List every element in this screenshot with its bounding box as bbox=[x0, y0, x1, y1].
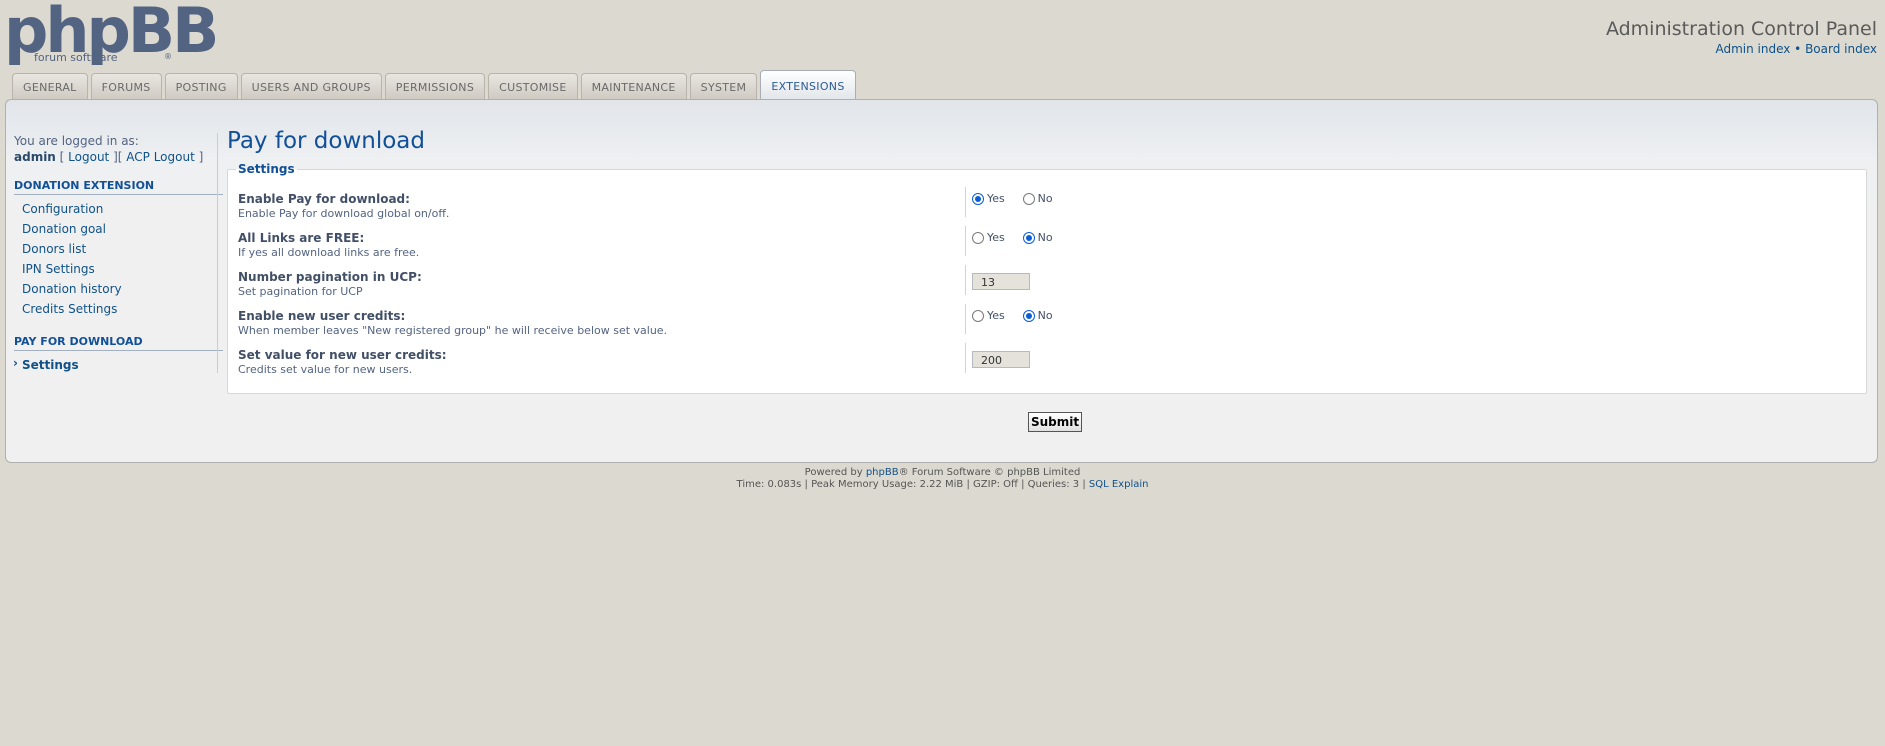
new-user-credits-yes-radio[interactable]: Yes bbox=[972, 309, 1005, 322]
radio-empty-icon[interactable] bbox=[1022, 192, 1035, 205]
setting-explain: If yes all download links are free. bbox=[238, 246, 420, 259]
login-info: You are logged in as: admin [ Logout ][ … bbox=[14, 134, 204, 164]
setting-row-new-user-credits: Enable new user credits: When member lea… bbox=[238, 303, 1856, 342]
new-user-credits-no-radio[interactable]: No bbox=[1022, 309, 1053, 322]
setting-row-all-links-free: All Links are FREE: If yes all download … bbox=[238, 225, 1856, 264]
sidebar-item-donation-goal[interactable]: Donation goal bbox=[14, 219, 223, 239]
sidebar-item-credits-settings[interactable]: Credits Settings bbox=[14, 299, 223, 319]
tab-customise[interactable]: CUSTOMISE bbox=[488, 73, 578, 99]
all-links-free-yes-radio[interactable]: Yes bbox=[972, 231, 1005, 244]
radio-label: Yes bbox=[987, 309, 1005, 322]
debug-stats-line: Time: 0.083s | Peak Memory Usage: 2.22 M… bbox=[0, 479, 1885, 491]
powered-by-suffix: ® Forum Software © phpBB Limited bbox=[898, 467, 1081, 478]
radio-empty-icon[interactable] bbox=[972, 309, 984, 322]
tab-permissions[interactable]: PERMISSIONS bbox=[384, 73, 486, 99]
settings-fieldset: Settings Enable Pay for download: Enable… bbox=[227, 162, 1867, 394]
sidebar-item-donors-list[interactable]: Donors list bbox=[14, 239, 223, 259]
tab-general[interactable]: GENERAL bbox=[12, 73, 88, 99]
sidebar-menu-donation: Configuration Donation goal Donors list … bbox=[14, 199, 223, 319]
phpbb-logo[interactable]: phpBB forum software ® bbox=[4, 0, 219, 66]
sidebar-menu-pay-for-download: Settings bbox=[13, 355, 223, 375]
logo-registered-mark: ® bbox=[164, 52, 172, 61]
new-user-credits-input[interactable]: 200 bbox=[972, 351, 1030, 368]
setting-explain: Set pagination for UCP bbox=[238, 285, 363, 298]
radio-label: No bbox=[1037, 309, 1053, 322]
sidebar-item-label[interactable]: Configuration bbox=[22, 202, 103, 216]
login-prefix: You are logged in as: bbox=[14, 134, 139, 148]
main-tabs: GENERAL FORUMS POSTING USERS AND GROUPS … bbox=[12, 70, 856, 99]
setting-row-enable-pay: Enable Pay for download: Enable Pay for … bbox=[238, 186, 1856, 225]
sidebar: You are logged in as: admin [ Logout ][ … bbox=[13, 133, 223, 375]
tab-posting[interactable]: POSTING bbox=[164, 73, 238, 99]
ucp-pagination-input[interactable]: 13 bbox=[972, 273, 1030, 290]
tab-users-and-groups[interactable]: USERS AND GROUPS bbox=[240, 73, 382, 99]
sidebar-item-label[interactable]: Settings bbox=[22, 358, 79, 372]
sidebar-item-donation-history[interactable]: Donation history bbox=[14, 279, 223, 299]
settings-legend: Settings bbox=[238, 162, 295, 176]
sidebar-item-label[interactable]: IPN Settings bbox=[22, 262, 95, 276]
setting-label: Enable Pay for download: bbox=[238, 192, 410, 206]
powered-by-line: Powered by phpBB® Forum Software © phpBB… bbox=[0, 467, 1885, 479]
board-index-link[interactable]: Board index bbox=[1805, 42, 1877, 56]
sidebar-section-pay-for-download: PAY FOR DOWNLOAD bbox=[14, 335, 223, 351]
enable-pay-no-radio[interactable]: No bbox=[1022, 192, 1053, 205]
radio-selected-icon[interactable] bbox=[1022, 231, 1035, 244]
username: admin bbox=[14, 150, 56, 164]
setting-label: Enable new user credits: bbox=[238, 309, 406, 323]
sidebar-item-label[interactable]: Donation history bbox=[22, 282, 122, 296]
setting-label: All Links are FREE: bbox=[238, 231, 365, 245]
sidebar-item-configuration[interactable]: Configuration bbox=[14, 199, 223, 219]
page-title: Pay for download bbox=[227, 128, 426, 154]
header-link-separator: • bbox=[1794, 42, 1802, 56]
sidebar-item-label[interactable]: Credits Settings bbox=[22, 302, 117, 316]
sidebar-item-label[interactable]: Donation goal bbox=[22, 222, 106, 236]
admin-index-link[interactable]: Admin index bbox=[1715, 42, 1790, 56]
acp-title: Administration Control Panel bbox=[1605, 18, 1877, 40]
tab-maintenance[interactable]: MAINTENANCE bbox=[580, 73, 687, 99]
header-links: Admin index • Board index bbox=[1606, 42, 1877, 56]
setting-explain: Credits set value for new users. bbox=[238, 363, 413, 376]
acp-header: Administration Control Panel Admin index… bbox=[1606, 18, 1877, 56]
radio-selected-icon[interactable] bbox=[1022, 309, 1035, 322]
logo-subtitle: forum software bbox=[34, 51, 118, 64]
radio-empty-icon[interactable] bbox=[972, 231, 984, 244]
sidebar-divider bbox=[217, 133, 218, 373]
sidebar-section-donation-extension: DONATION EXTENSION bbox=[14, 179, 223, 195]
submit-area: Submit bbox=[1028, 412, 1083, 432]
radio-label: Yes bbox=[987, 231, 1005, 244]
main-content: Pay for download Settings Enable Pay for… bbox=[227, 128, 1867, 432]
footer: Powered by phpBB® Forum Software © phpBB… bbox=[0, 467, 1885, 491]
radio-label: Yes bbox=[987, 192, 1005, 205]
acp-logout-link[interactable]: ACP Logout bbox=[126, 150, 195, 164]
sidebar-item-ipn-settings[interactable]: IPN Settings bbox=[14, 259, 223, 279]
setting-label: Set value for new user credits: bbox=[238, 348, 447, 362]
setting-explain: When member leaves "New registered group… bbox=[238, 324, 668, 337]
submit-button[interactable]: Submit bbox=[1028, 412, 1083, 432]
setting-row-ucp-pagination: Number pagination in UCP: Set pagination… bbox=[238, 264, 1856, 303]
powered-by-prefix: Powered by bbox=[804, 467, 863, 478]
content-panel: You are logged in as: admin [ Logout ][ … bbox=[5, 99, 1878, 463]
setting-row-new-user-credit-value: Set value for new user credits: Credits … bbox=[238, 342, 1856, 381]
setting-explain: Enable Pay for download global on/off. bbox=[238, 207, 450, 220]
logout-link[interactable]: Logout bbox=[68, 150, 109, 164]
tab-forums[interactable]: FORUMS bbox=[90, 73, 162, 99]
all-links-free-no-radio[interactable]: No bbox=[1022, 231, 1053, 244]
radio-label: No bbox=[1037, 231, 1053, 244]
setting-label: Number pagination in UCP: bbox=[238, 270, 422, 284]
debug-stats: Time: 0.083s | Peak Memory Usage: 2.22 M… bbox=[736, 479, 1086, 490]
tab-system[interactable]: SYSTEM bbox=[689, 73, 758, 99]
radio-label: No bbox=[1037, 192, 1053, 205]
enable-pay-yes-radio[interactable]: Yes bbox=[972, 192, 1005, 205]
tab-extensions[interactable]: EXTENSIONS bbox=[760, 70, 856, 99]
radio-selected-icon[interactable] bbox=[972, 192, 984, 205]
sidebar-item-label[interactable]: Donors list bbox=[22, 242, 86, 256]
sidebar-item-settings[interactable]: Settings bbox=[13, 355, 223, 375]
phpbb-link[interactable]: phpBB bbox=[866, 467, 899, 478]
sql-explain-link[interactable]: SQL Explain bbox=[1089, 479, 1149, 490]
